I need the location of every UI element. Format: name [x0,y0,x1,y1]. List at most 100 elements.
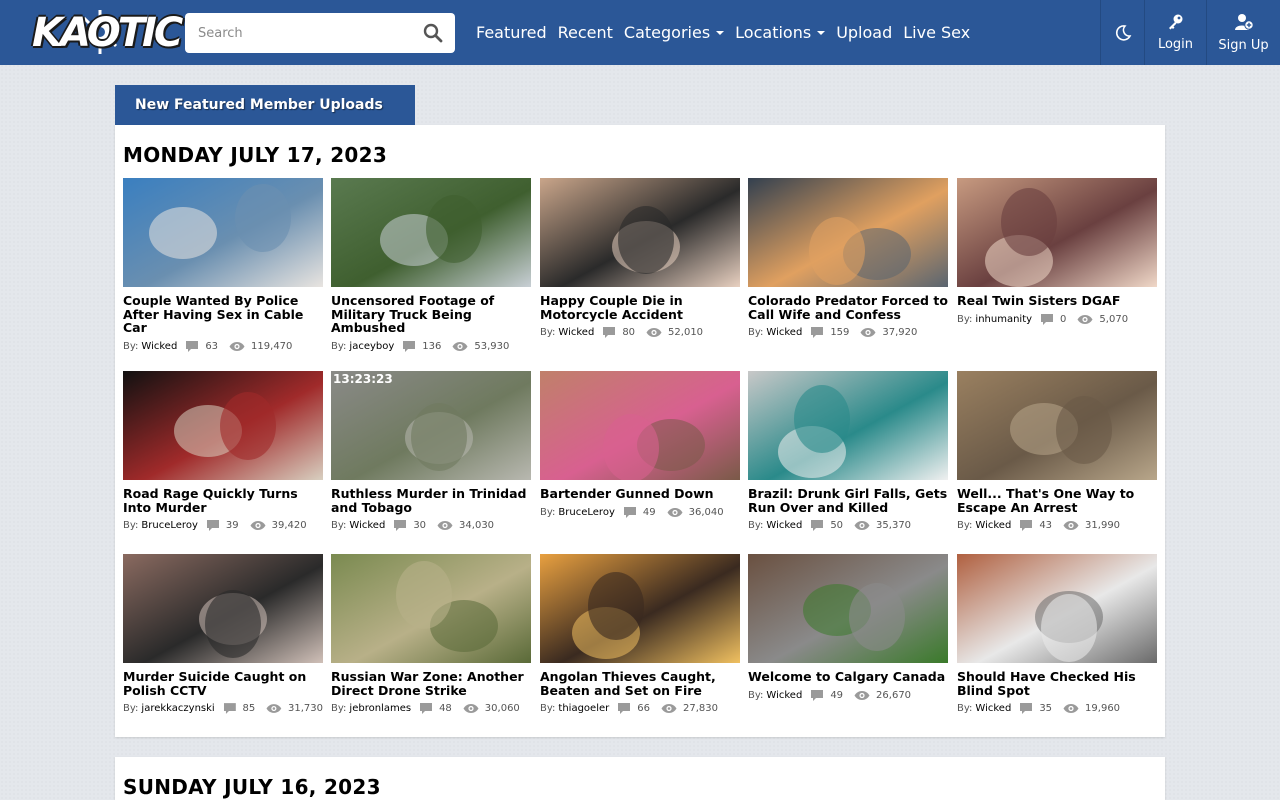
view-count: 34,030 [459,520,495,531]
video-title[interactable]: Angolan Thieves Caught, Beaten and Set o… [540,670,740,697]
nav-recent[interactable]: Recent [558,23,613,42]
video-thumbnail[interactable] [123,554,323,663]
nav-links: Featured Recent Categories Locations Upl… [476,0,981,65]
view-count: 37,920 [882,327,918,338]
comment-icon [394,520,407,531]
video-title[interactable]: Brazil: Drunk Girl Falls, Gets Run Over … [748,487,948,514]
author-link[interactable]: BruceLeroy [141,520,197,531]
nav-featured[interactable]: Featured [476,23,547,42]
video-title[interactable]: Well... That's One Way to Escape An Arre… [957,487,1157,514]
video-thumbnail[interactable] [540,178,740,287]
by-label: By: [540,506,556,518]
video-title[interactable]: Bartender Gunned Down [540,487,740,501]
comment-count: 159 [830,327,850,338]
eye-icon [646,328,662,337]
video-card[interactable]: Brazil: Drunk Girl Falls, Gets Run Over … [748,371,948,532]
video-thumbnail[interactable] [123,178,323,287]
author-link[interactable]: thiagoeler [558,703,609,714]
video-meta: By: jebronlames 48 30,060 [331,702,531,715]
video-card[interactable]: 13:23:23 Ruthless Murder in Trinidad and … [331,371,531,532]
eye-icon [229,341,245,351]
video-card[interactable]: Murder Suicide Caught on Polish CCTV By: j… [123,554,323,715]
video-card[interactable]: Welcome to Calgary Canada By: Wicked 49 26,6… [748,554,948,702]
video-thumbnail[interactable] [123,371,323,480]
video-title[interactable]: Should Have Checked His Blind Spot [957,670,1157,697]
login-label: Login [1157,37,1194,52]
author-link[interactable]: Wicked [975,703,1011,714]
eye-icon [250,521,266,530]
author-link[interactable]: inhumanity [975,314,1032,325]
nav-right: Login Sign Up [1100,0,1280,65]
by-label: By: [331,340,347,352]
nav-locations[interactable]: Locations [735,23,826,42]
comment-count: 43 [1039,520,1053,531]
video-title[interactable]: Colorado Predator Forced to Call Wife an… [748,294,948,321]
nav-categories[interactable]: Categories [624,23,725,42]
video-meta: By: BruceLeroy 49 36,040 [540,506,740,519]
video-card[interactable]: Uncensored Footage of Military Truck Bei… [331,178,531,353]
comment-icon [811,520,824,531]
video-thumbnail[interactable] [748,371,948,480]
video-thumbnail[interactable] [331,178,531,287]
video-title[interactable]: Real Twin Sisters DGAF [957,294,1157,308]
video-thumbnail[interactable]: 13:23:23 [331,371,531,480]
author-link[interactable]: Wicked [975,520,1011,531]
video-title[interactable]: Road Rage Quickly Turns Into Murder [123,487,323,514]
video-title[interactable]: Murder Suicide Caught on Polish CCTV [123,670,323,697]
thumbnail-image [540,554,740,663]
author-link[interactable]: Wicked [141,341,177,352]
author-link[interactable]: Wicked [349,520,385,531]
author-link[interactable]: jarekkaczynski [141,703,214,714]
video-thumbnail[interactable] [957,371,1157,480]
author-link[interactable]: Wicked [766,520,802,531]
video-card[interactable]: Happy Couple Die in Motorcycle Accident B… [540,178,740,339]
video-card[interactable]: Colorado Predator Forced to Call Wife an… [748,178,948,339]
login-button[interactable]: Login [1144,0,1206,65]
author-link[interactable]: jebronlames [349,703,411,714]
key-icon [1168,14,1182,30]
video-card[interactable]: Road Rage Quickly Turns Into Murder By: Br… [123,371,323,532]
video-thumbnail[interactable] [748,554,948,663]
section-tab-featured-uploads[interactable]: New Featured Member Uploads [115,85,415,125]
video-thumbnail[interactable] [748,178,948,287]
nav-live-sex[interactable]: Live Sex [903,23,970,42]
video-title[interactable]: Happy Couple Die in Motorcycle Accident [540,294,740,321]
author-link[interactable]: Wicked [558,327,594,338]
video-card[interactable]: Real Twin Sisters DGAF By: inhumanity 0 5,07… [957,178,1157,326]
video-card[interactable]: Russian War Zone: Another Direct Drone S… [331,554,531,715]
author-link[interactable]: Wicked [766,690,802,701]
video-thumbnail[interactable] [957,178,1157,287]
video-thumbnail[interactable] [331,554,531,663]
video-thumbnail[interactable] [957,554,1157,663]
video-card[interactable]: Bartender Gunned Down By: BruceLeroy 49 36,0… [540,371,740,519]
search-icon[interactable] [423,23,443,43]
view-count: 35,370 [876,520,912,531]
day-panel-sunday: SUNDAY JULY 16, 2023 [115,757,1165,800]
nav-upload[interactable]: Upload [836,23,892,42]
moon-icon [1115,24,1131,41]
dark-mode-toggle[interactable] [1100,0,1144,65]
video-meta: By: Wicked 159 37,920 [748,326,948,339]
video-card[interactable]: Well... That's One Way to Escape An Arre… [957,371,1157,532]
video-title[interactable]: Welcome to Calgary Canada [748,670,948,684]
comment-count: 80 [622,327,636,338]
video-card[interactable]: Should Have Checked His Blind Spot By: Wic… [957,554,1157,715]
video-thumbnail[interactable] [540,371,740,480]
signup-button[interactable]: Sign Up [1206,0,1280,65]
author-link[interactable]: Wicked [766,327,802,338]
video-thumbnail[interactable] [540,554,740,663]
video-title[interactable]: Couple Wanted By Police After Having Sex… [123,294,323,335]
thumbnail-image [331,178,531,287]
author-link[interactable]: BruceLeroy [558,507,614,518]
thumbnail-image [123,371,323,480]
video-title[interactable]: Ruthless Murder in Trinidad and Tobago [331,487,531,514]
author-link[interactable]: jaceyboy [349,341,394,352]
video-card[interactable]: Couple Wanted By Police After Having Sex… [123,178,323,353]
video-title[interactable]: Uncensored Footage of Military Truck Bei… [331,294,531,335]
thumbnail-image [748,554,948,663]
comment-count: 63 [205,340,219,352]
site-logo[interactable]: KAOTIC [28,6,183,60]
video-title[interactable]: Russian War Zone: Another Direct Drone S… [331,670,531,697]
video-card[interactable]: Angolan Thieves Caught, Beaten and Set o… [540,554,740,715]
search-input[interactable] [185,13,413,53]
